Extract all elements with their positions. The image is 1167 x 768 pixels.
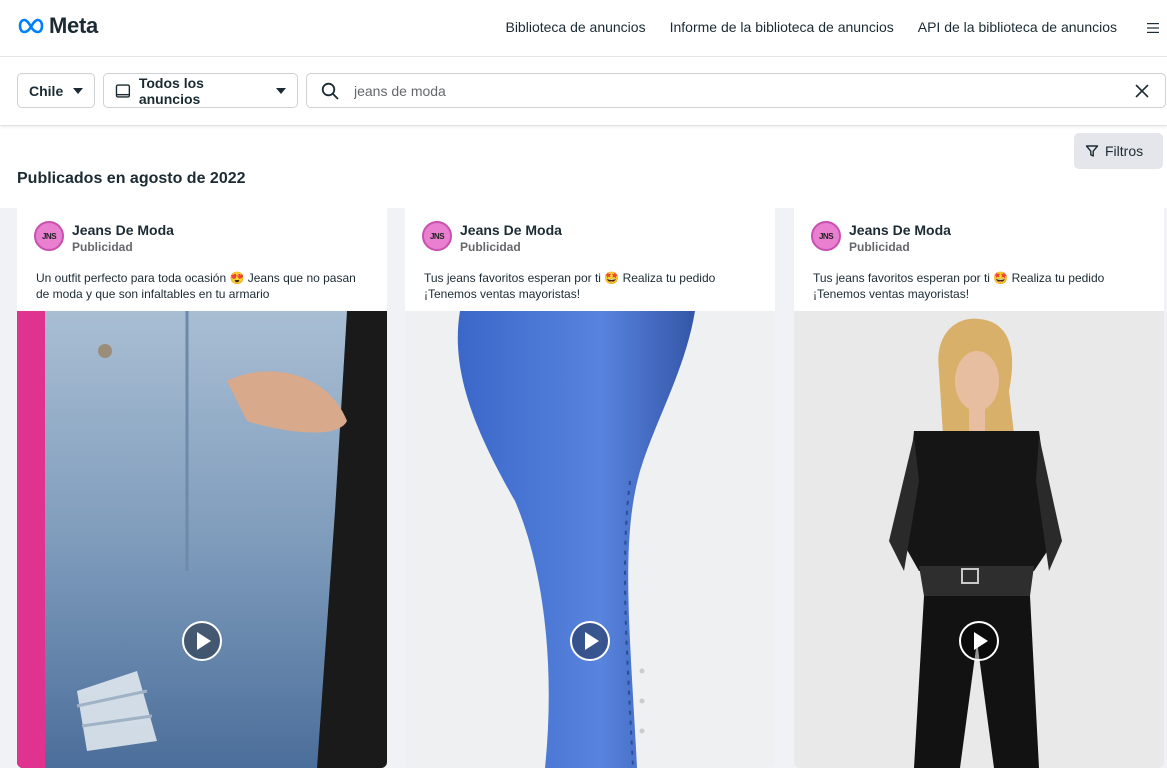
jeans-video-thumbnail [405, 311, 775, 768]
ad-card: JNS Jeans De Moda Publicidad Un outfit p… [17, 208, 387, 768]
page-name[interactable]: Jeans De Moda [849, 222, 951, 238]
sponsored-label: Publicidad [849, 240, 910, 254]
play-button-icon[interactable] [570, 621, 610, 661]
model-video-thumbnail [794, 311, 1164, 768]
caret-down-icon [73, 87, 84, 94]
page-avatar[interactable]: JNS [811, 221, 841, 251]
ad-body-text: Tus jeans favoritos esperan por ti 🤩 Rea… [813, 271, 1105, 301]
avatar-logo-text: JNS [41, 231, 57, 241]
tablet-icon [115, 83, 131, 98]
avatar-logo-text: JNS [429, 231, 445, 241]
avatar-logo-text: JNS [818, 231, 834, 241]
country-value: Chile [29, 82, 64, 99]
ad-card-header: JNS Jeans De Moda Publicidad Un outfit p… [17, 208, 387, 311]
page-avatar[interactable]: JNS [34, 221, 64, 251]
ad-card: JNS Jeans De Moda Publicidad Tus jeans f… [794, 208, 1164, 768]
search-input[interactable] [354, 74, 1114, 107]
hamburger-menu-icon[interactable] [1146, 21, 1160, 35]
ad-card: JNS Jeans De Moda Publicidad Tus jeans f… [405, 208, 775, 768]
caret-down-icon [276, 87, 286, 94]
search-box [306, 73, 1166, 108]
sponsored-label: Publicidad [72, 240, 133, 254]
search-filter-bar: Chile Todos los anuncios [0, 57, 1167, 125]
nav-ad-library[interactable]: Biblioteca de anuncios [505, 19, 645, 35]
filters-button[interactable]: Filtros [1074, 133, 1163, 169]
ad-category-value: Todos los anuncios [138, 74, 204, 107]
meta-logo[interactable]: Meta [17, 13, 98, 39]
sponsored-label: Publicidad [460, 240, 521, 254]
ad-card-header: JNS Jeans De Moda Publicidad Tus jeans f… [794, 208, 1164, 311]
nav-ad-library-report[interactable]: Informe de la biblioteca de anuncios [670, 19, 894, 35]
page-name[interactable]: Jeans De Moda [460, 222, 562, 238]
meta-infinity-icon [18, 18, 44, 34]
ad-video[interactable] [405, 311, 775, 768]
ad-cards-grid: JNS Jeans De Moda Publicidad Un outfit p… [0, 208, 1167, 768]
play-button-icon[interactable] [182, 621, 222, 661]
jeans-video-thumbnail [17, 311, 387, 768]
top-navigation-bar: Meta Biblioteca de anuncios Informe de l… [0, 0, 1167, 57]
ad-body-text: Un outfit perfecto para toda ocasión 😍 J… [36, 271, 356, 301]
page-name[interactable]: Jeans De Moda [72, 222, 174, 238]
ad-video[interactable] [794, 311, 1164, 768]
section-title: Publicados en agosto de 2022 [17, 170, 246, 187]
page-avatar[interactable]: JNS [422, 221, 452, 251]
ad-card-header: JNS Jeans De Moda Publicidad Tus jeans f… [405, 208, 775, 311]
play-button-icon[interactable] [959, 621, 999, 661]
ad-body-text: Tus jeans favoritos esperan por ti 🤩 Rea… [424, 271, 716, 301]
logo-text: Meta [49, 13, 98, 38]
ad-video[interactable] [17, 311, 387, 768]
search-icon [321, 82, 339, 100]
filter-funnel-icon [1085, 145, 1099, 157]
ad-category-dropdown[interactable]: Todos los anuncios [103, 73, 298, 108]
top-nav: Biblioteca de anuncios Informe de la bib… [505, 19, 1117, 35]
country-dropdown[interactable]: Chile [17, 73, 95, 108]
results-section-header: Publicados en agosto de 2022 Filtros [0, 126, 1167, 208]
clear-search-icon[interactable] [1135, 84, 1149, 98]
filters-label: Filtros [1105, 143, 1144, 159]
nav-ad-library-api[interactable]: API de la biblioteca de anuncios [918, 19, 1117, 35]
